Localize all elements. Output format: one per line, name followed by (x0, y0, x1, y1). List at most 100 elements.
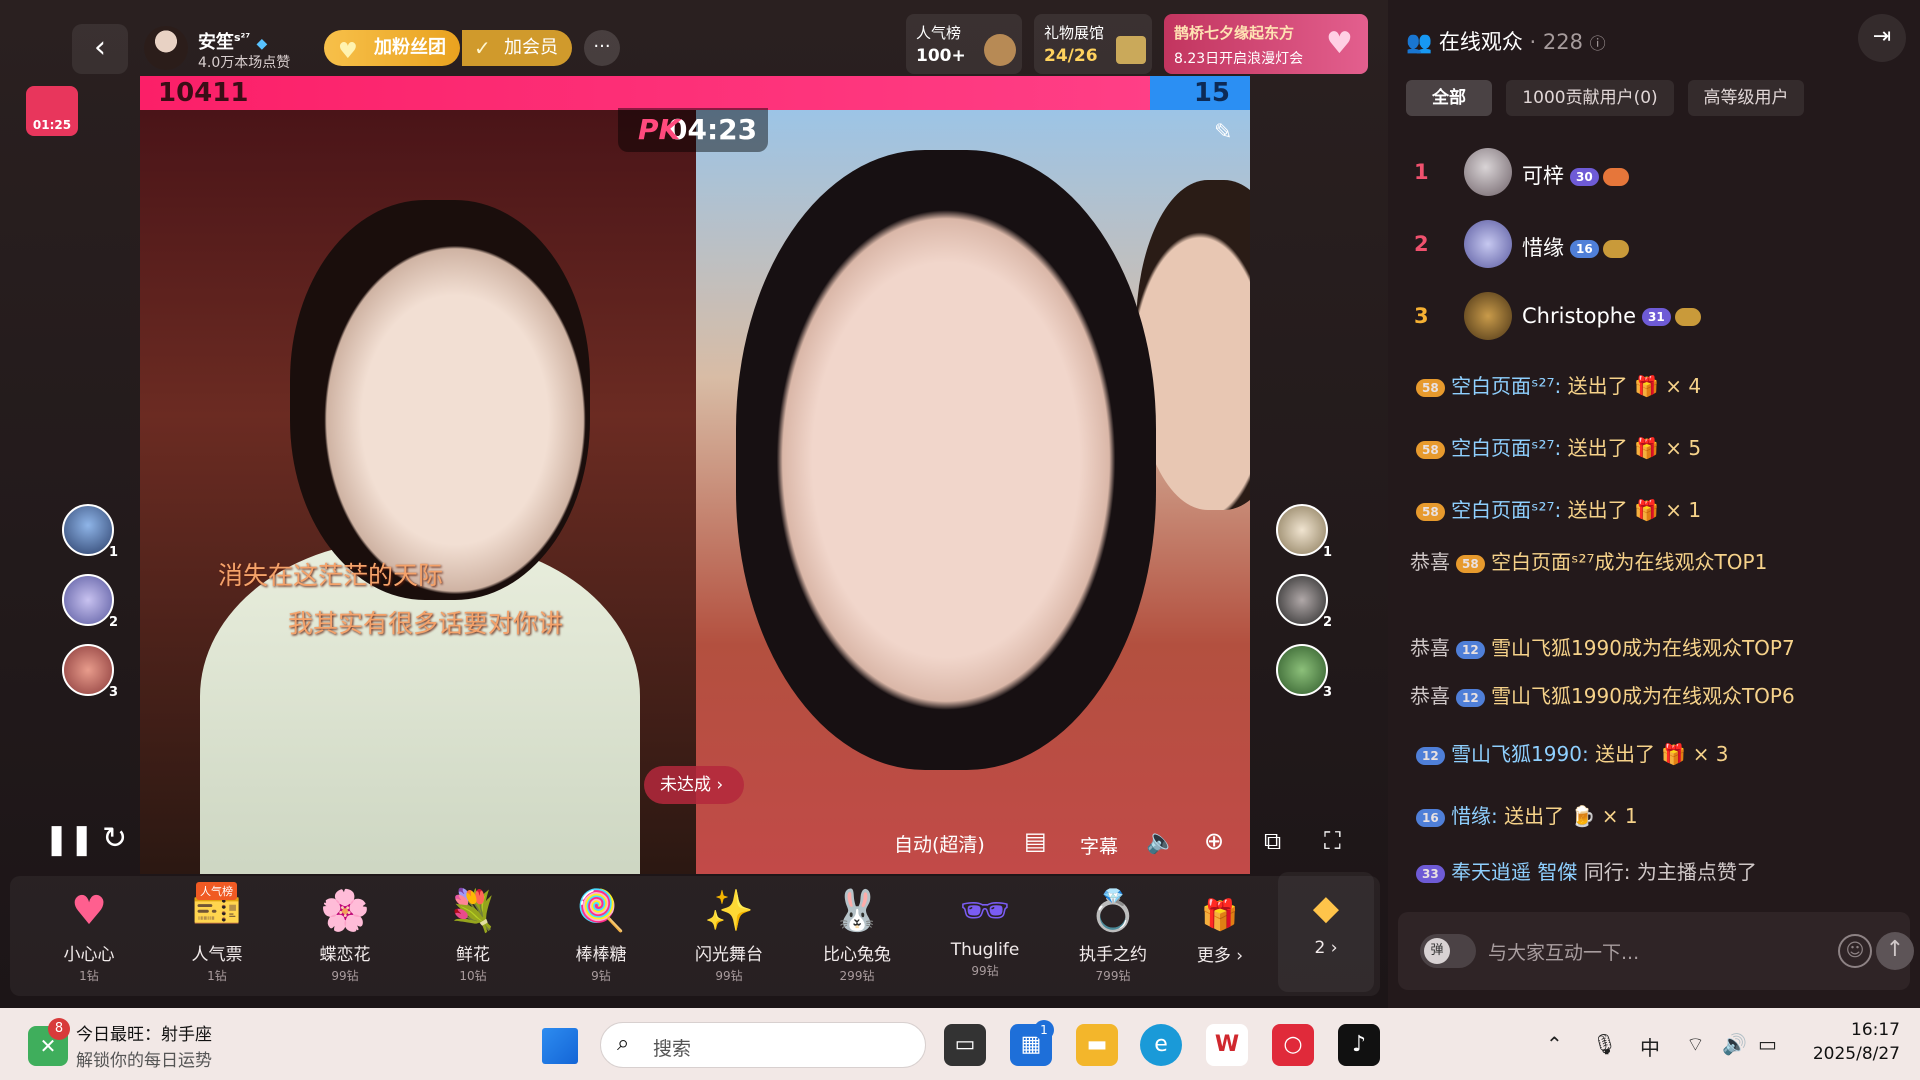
gift-name: 闪光舞台 (695, 945, 763, 965)
popularity-rank[interactable]: 人气榜 100+ (906, 14, 1022, 74)
chat-message: 恭喜 12 雪山飞狐1990成为在线观众TOP6 (1410, 684, 1795, 708)
gift-hall[interactable]: 礼物展馆 24/26 (1034, 14, 1152, 74)
help-icon[interactable]: ⓘ (1590, 34, 1606, 53)
gift-item[interactable]: ♥ 小心心 1钻 (34, 888, 144, 988)
picture-in-picture-icon[interactable]: ⧉ (1264, 826, 1281, 856)
left-rank-avatar[interactable]: 3 (62, 644, 118, 700)
gift-tag: 人气榜 (196, 882, 237, 900)
danmaku-icon[interactable]: ▤ (1024, 826, 1047, 856)
vip-icon: ✓ (474, 36, 491, 60)
taskbar-search[interactable]: ⌕ 搜索 (600, 1022, 926, 1068)
video-figure (736, 150, 1156, 770)
anchor-avatar[interactable] (144, 26, 188, 70)
danmaku-toggle[interactable]: 弹 (1420, 934, 1476, 968)
top-user-row[interactable]: 2 惜缘 16 (1388, 212, 1920, 282)
fullscreen-icon[interactable]: ⛶ (1324, 826, 1341, 856)
wps-icon[interactable]: W (1206, 1024, 1248, 1066)
clock[interactable]: 16:17 2025/8/27 (1804, 1018, 1900, 1066)
chat-message: 12 雪山飞狐1990: 送出了 🎁 × 3 (1410, 738, 1910, 770)
gift-item[interactable]: 💍 执手之约 799钻 (1058, 888, 1168, 988)
quality-selector[interactable]: 自动(超清) (894, 830, 985, 857)
avatar[interactable] (1464, 220, 1512, 268)
pk-right-score: 15 (1193, 78, 1230, 108)
ime-indicator[interactable]: 中 (1640, 1032, 1660, 1061)
crown-icon (1116, 36, 1146, 64)
chat-message: 58 空白页面ˢ²⁷: 送出了 🎁 × 5 (1410, 432, 1910, 464)
gift-icon: ♥ (71, 888, 107, 934)
send-button[interactable]: ↑ (1876, 932, 1914, 970)
join-fan-club-button[interactable]: ♥ 加粉丝团 (324, 30, 460, 66)
gift-item[interactable]: 🕶 Thuglife 99钻 (930, 888, 1040, 988)
tab-all[interactable]: 全部 (1406, 80, 1492, 116)
audience-panel: 👥 在线观众 · 228 ⓘ ⇥ 全部 1000贡献用户(0) 高等级用户 1 … (1388, 0, 1920, 1008)
pk-timer: PK 04:23 (618, 108, 768, 152)
widget-title[interactable]: 今日最旺：射手座 (76, 1020, 212, 1045)
gift-icon: 🌸 (320, 888, 370, 934)
right-rank-avatar[interactable]: 2 (1276, 574, 1332, 630)
gift-icon: 🐰 (832, 888, 882, 934)
host-video-left[interactable] (140, 110, 696, 874)
widget-subtitle[interactable]: 解锁你的每日运势 (76, 1046, 212, 1071)
more-gifts-button[interactable]: 🎁 更多 › (1190, 898, 1250, 966)
edge-browser-icon[interactable]: e (1140, 1024, 1182, 1066)
gift-name: Thuglife (950, 940, 1020, 960)
right-rank-avatar[interactable]: 3 (1276, 644, 1332, 700)
windows-start-icon[interactable] (542, 1028, 578, 1064)
top-user-row[interactable]: 3 Christophe 31 (1388, 284, 1920, 354)
douyin-icon[interactable]: ♪ (1338, 1024, 1380, 1066)
back-button[interactable]: ‹ (72, 24, 128, 74)
emoji-icon[interactable]: ☺ (1838, 934, 1872, 968)
more-button[interactable]: ··· (584, 30, 620, 66)
mute-icon[interactable]: ✎ (1214, 120, 1232, 145)
tab-high-level[interactable]: 高等级用户 (1688, 80, 1804, 116)
live-stage: ‹ 安笙s²⁷ ◆ 4.0万本场点赞 ♥ 加粉丝团 ✓ 加会员 ··· 人气榜 10… (0, 0, 1388, 1008)
gift-price: 99钻 (331, 969, 359, 983)
collapse-panel-button[interactable]: ⇥ (1858, 14, 1906, 62)
left-rank-avatar[interactable]: 2 (62, 574, 118, 630)
gift-pack-button[interactable]: ◆ 2 › (1278, 872, 1374, 992)
task-not-done-button[interactable]: 未达成 › (644, 766, 744, 804)
lyric-line: 我其实有很多话要对你讲 (288, 609, 564, 638)
avatar[interactable] (1464, 292, 1512, 340)
top-user-row[interactable]: 1 可梓 30 (1388, 140, 1920, 210)
join-vip-button[interactable]: ✓ 加会员 (462, 30, 572, 66)
battery-icon[interactable]: ▭ (1758, 1032, 1777, 1056)
gift-bar: ♥ 小心心 1钻 人气榜 🎫 人气票 1钻 🌸 蝶恋花 99钻 💐 鲜花 10钻 🍭 棒棒糖 9钻 ✨ 闪光舞台 9… (10, 876, 1380, 996)
gift-item[interactable]: 💐 鲜花 10钻 (418, 888, 528, 988)
subtitle-toggle[interactable]: 字幕 (1080, 832, 1118, 859)
gift-item[interactable]: ✨ 闪光舞台 99钻 (674, 888, 784, 988)
chat-input[interactable]: 与大家互动一下... (1488, 938, 1639, 965)
gift-item[interactable]: 🍭 棒棒糖 9钻 (546, 888, 656, 988)
gift-icon: 🍭 (576, 888, 626, 934)
gift-price: 299钻 (839, 969, 875, 983)
left-rank-avatar[interactable]: 1 (62, 504, 118, 560)
task-view-icon[interactable]: ▭ (944, 1024, 986, 1066)
lyric-line: 消失在这茫茫的天际 (218, 561, 444, 590)
volume-icon[interactable]: 🔊 (1722, 1032, 1747, 1056)
app-icon[interactable]: ○ (1272, 1024, 1314, 1066)
tab-contributors[interactable]: 1000贡献用户(0) (1506, 80, 1674, 116)
chevron-up-icon[interactable]: ⌃ (1546, 1032, 1563, 1056)
pause-icon[interactable]: ❚❚ (44, 825, 94, 855)
gift-item[interactable]: 🌸 蝶恋花 99钻 (290, 888, 400, 988)
refresh-icon[interactable]: ↻ (102, 824, 127, 854)
anchor-card[interactable]: 安笙s²⁷ ◆ 4.0万本场点赞 (140, 22, 310, 76)
right-rank-avatar[interactable]: 1 (1276, 504, 1332, 560)
gift-item[interactable]: 🐰 比心兔兔 299钻 (802, 888, 912, 988)
live-timer-badge[interactable]: 01:25 (26, 86, 78, 136)
gift-item[interactable]: 人气榜 🎫 人气票 1钻 (162, 882, 272, 988)
volume-icon[interactable]: 🔈 (1146, 826, 1176, 856)
microphone-icon[interactable]: 🎙 (1592, 1032, 1617, 1056)
qixi-promo-banner[interactable]: 鹊桥七夕缘起东方 8.23日开启浪漫灯会 ♥ (1164, 14, 1368, 74)
pk-score-bar: 10411 15 (140, 76, 1250, 110)
record-icon[interactable]: ⊕ (1204, 826, 1224, 856)
wifi-icon[interactable]: ⌔ (1686, 1032, 1705, 1057)
diamond-icon: ◆ (1312, 888, 1340, 928)
avatar[interactable] (1464, 148, 1512, 196)
file-explorer-icon[interactable]: ▬ (1076, 1024, 1118, 1066)
opponent-video-right[interactable] (696, 110, 1250, 874)
anchor-likes: 4.0万本场点赞 (198, 55, 291, 71)
chat-message: 58 空白页面ˢ²⁷: 送出了 🎁 × 1 (1410, 494, 1910, 526)
gift-price: 9钻 (591, 969, 611, 983)
gift-icon: 💍 (1088, 888, 1138, 934)
